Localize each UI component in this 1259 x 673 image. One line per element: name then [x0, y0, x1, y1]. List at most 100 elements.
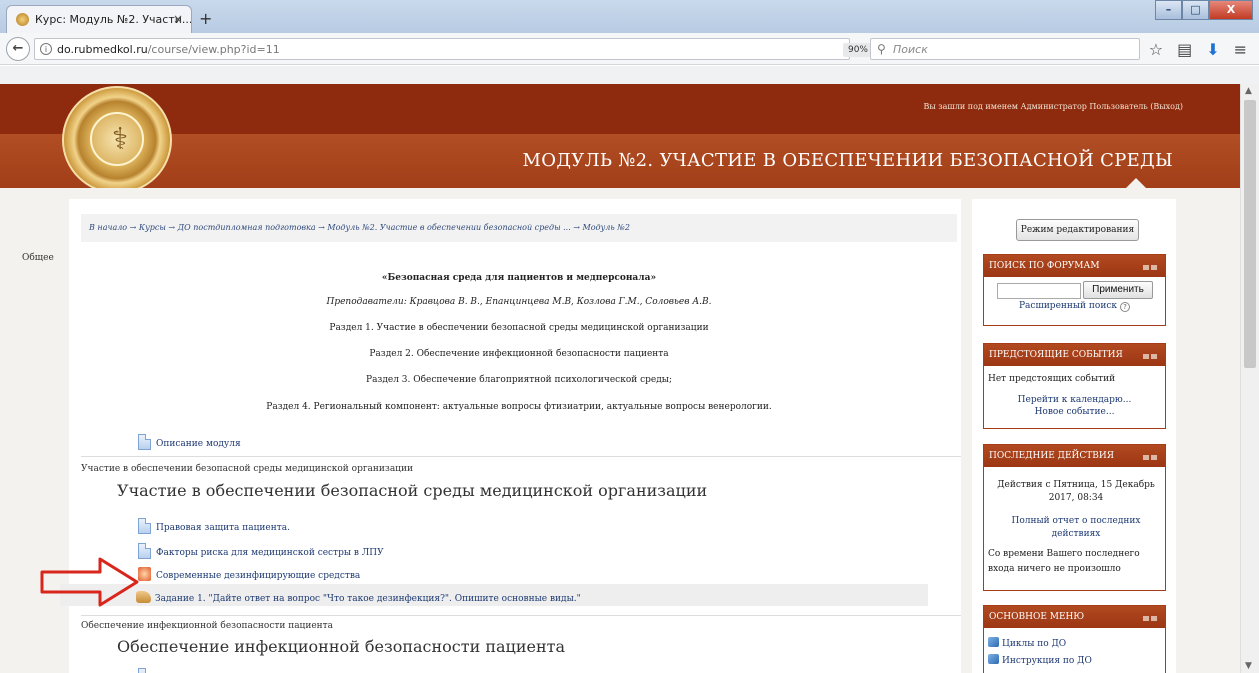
maximize-button[interactable]: □: [1182, 0, 1209, 20]
block-controls-icon[interactable]: [1141, 263, 1157, 270]
block-controls-icon[interactable]: [1141, 453, 1157, 460]
nothing-happened-text: Со времени Вашего последнего входа ничег…: [988, 549, 1140, 574]
activity-label: Факторы риска для медицинской сестры в Л…: [156, 548, 384, 558]
scroll-down-icon[interactable]: ▼: [1245, 661, 1252, 671]
recent-activity-block: ПОСЛЕДНИЕ ДЕЙСТВИЯ Действия с Пятница, 1…: [983, 444, 1166, 591]
url-host: do.rubmedkol.ru: [57, 43, 148, 56]
section-4-summary: Раздел 4. Региональный компонент: актуал…: [266, 402, 772, 412]
activity-disinfectants[interactable]: Современные дезинфицирующие средства: [138, 567, 360, 581]
search-icon: ⚲: [877, 42, 886, 56]
bookmarks-list-icon[interactable]: ▤: [1177, 40, 1192, 59]
menu-item-label: Циклы по ДО: [1002, 639, 1067, 649]
menu-item-instructions[interactable]: Инструкция по ДО: [988, 654, 1092, 666]
link-icon: [988, 654, 999, 664]
menu-icon[interactable]: ≡: [1234, 40, 1247, 59]
block-header: ОСНОВНОЕ МЕНЮ: [984, 606, 1165, 628]
block-title: ПРЕДСТОЯЩИЕ СОБЫТИЯ: [989, 350, 1123, 360]
edit-mode-button[interactable]: Режим редактирования: [1016, 219, 1139, 241]
page-scrollbar[interactable]: ▲ ▼: [1240, 84, 1259, 673]
scroll-up-icon[interactable]: ▲: [1245, 86, 1252, 96]
url-bar[interactable]: i do.rubmedkol.ru/course/view.php?id=11 …: [34, 38, 898, 63]
bookmark-bar: [0, 66, 1259, 84]
breadcrumb[interactable]: В начало → Курсы → ДО постдипломная подг…: [81, 214, 957, 242]
document-icon: [138, 434, 151, 450]
browser-tab-bar: Курс: Модуль №2. Участи... × + – □ X: [0, 0, 1259, 33]
tab-close-icon[interactable]: ×: [173, 12, 183, 26]
section-heading-1: Участие в обеспечении безопасной среды м…: [117, 481, 708, 500]
browser-tab[interactable]: Курс: Модуль №2. Участи... ×: [6, 5, 192, 33]
browser-search-input[interactable]: ⚲ Поиск: [870, 38, 1140, 60]
forum-search-block: ПОИСК ПО ФОРУМАМ Применить Расширенный п…: [983, 254, 1166, 326]
zoom-level[interactable]: 90%: [843, 43, 873, 57]
block-title: ПОСЛЕДНИЕ ДЕЙСТВИЯ: [989, 451, 1114, 461]
browser-toolbar: ☆ ▤ ⬇ ≡: [1149, 40, 1247, 59]
advanced-search-link[interactable]: Расширенный поиск?: [984, 301, 1165, 312]
upcoming-events-block: ПРЕДСТОЯЩИЕ СОБЫТИЯ Нет предстоящих собы…: [983, 343, 1166, 429]
block-title: ОСНОВНОЕ МЕНЮ: [989, 612, 1085, 622]
section-divider: [81, 615, 961, 616]
document-icon: [138, 668, 151, 673]
block-controls-icon[interactable]: [1141, 352, 1157, 359]
full-report-link[interactable]: Полный отчет о последних действиях: [996, 515, 1156, 541]
minimize-button[interactable]: –: [1155, 0, 1182, 20]
college-logo[interactable]: ⚕: [62, 86, 172, 194]
search-placeholder: Поиск: [893, 43, 928, 56]
site-favicon-icon: [16, 13, 29, 26]
red-arrow-annotation: [40, 557, 139, 607]
help-icon[interactable]: ?: [1120, 302, 1130, 312]
bookmark-star-icon[interactable]: ☆: [1149, 40, 1163, 59]
login-info[interactable]: Вы зашли под именем Администратор Пользо…: [923, 102, 1183, 111]
block-body: Действия с Пятница, 15 Декабрь 2017, 08:…: [984, 467, 1165, 590]
forum-search-input[interactable]: [997, 283, 1081, 299]
activity-partial[interactable]: [138, 668, 156, 673]
activity-label: Правовая защита пациента.: [156, 523, 290, 533]
course-title: МОДУЛЬ №2. УЧАСТИЕ В ОБЕСПЕЧЕНИИ БЕЗОПАС…: [522, 150, 1173, 171]
activity-risk-factors[interactable]: Факторы риска для медицинской сестры в Л…: [138, 543, 384, 559]
block-controls-icon[interactable]: [1141, 614, 1157, 621]
link-icon: [988, 637, 999, 647]
logo-emblem: ⚕: [90, 112, 144, 166]
block-header: ПОСЛЕДНИЕ ДЕЙСТВИЯ: [984, 445, 1165, 467]
scroll-thumb[interactable]: [1244, 100, 1256, 368]
activity-label: Описание модуля: [156, 439, 241, 449]
section-divider: [81, 456, 961, 457]
block-body: Нет предстоящих событий Перейти к календ…: [984, 366, 1165, 428]
block-header: ПОИСК ПО ФОРУМАМ: [984, 255, 1165, 277]
section-2-summary: Раздел 2. Обеспечение инфекционной безоп…: [369, 349, 669, 359]
menu-item-label: Инструкция по ДО: [1002, 656, 1092, 666]
block-body: Применить Расширенный поиск?: [984, 277, 1165, 325]
caduceus-icon: ⚕: [112, 122, 129, 157]
activity-legal-protection[interactable]: Правовая защита пациента.: [138, 518, 290, 534]
course-summary-title: «Безопасная среда для пациентов и медпер…: [381, 273, 657, 283]
section-heading-2: Обеспечение инфекционной безопасности па…: [117, 637, 566, 656]
no-events-text: Нет предстоящих событий: [988, 374, 1116, 384]
window-controls: – □ X: [1155, 0, 1253, 20]
activity-label: Задание 1. "Дайте ответ на вопрос "Что т…: [155, 594, 581, 604]
download-icon[interactable]: ⬇: [1206, 40, 1219, 59]
course-teachers: Преподаватели: Кравцова В. В., Епанцинце…: [326, 297, 712, 307]
advanced-search-label: Расширенный поиск: [1018, 301, 1117, 311]
window-close-button[interactable]: X: [1209, 0, 1253, 20]
activity-assignment-1[interactable]: Задание 1. "Дайте ответ на вопрос "Что т…: [136, 591, 581, 604]
calendar-link[interactable]: Перейти к календарю...: [984, 395, 1165, 405]
info-icon[interactable]: i: [40, 43, 52, 55]
apply-button[interactable]: Применить: [1083, 281, 1153, 299]
menu-item-cycles[interactable]: Циклы по ДО: [988, 637, 1066, 649]
section-label-2: Обеспечение инфекционной безопасности па…: [81, 621, 334, 631]
section-label-1: Участие в обеспечении безопасной среды м…: [81, 464, 413, 474]
document-icon: [138, 518, 151, 534]
header-caret-icon: [1126, 178, 1146, 188]
new-event-link[interactable]: Новое событие...: [984, 407, 1165, 417]
tab-title: Курс: Модуль №2. Участи...: [35, 13, 192, 26]
block-header: ПРЕДСТОЯЩИЕ СОБЫТИЯ: [984, 344, 1165, 366]
main-menu-block: ОСНОВНОЕ МЕНЮ Циклы по ДО Инструкция по …: [983, 605, 1166, 673]
section-3-summary: Раздел 3. Обеспечение благоприятной псих…: [366, 375, 672, 385]
section-1-summary: Раздел 1. Участие в обеспечении безопасн…: [329, 323, 709, 333]
new-tab-button[interactable]: +: [199, 9, 212, 28]
block-body: Циклы по ДО Инструкция по ДО: [984, 628, 1165, 672]
activity-module-description[interactable]: Описание модуля: [138, 434, 241, 450]
url-path: /course/view.php?id=11: [147, 43, 280, 56]
back-arrow-icon[interactable]: ←: [6, 37, 30, 61]
activity-label: Современные дезинфицирующие средства: [156, 571, 361, 581]
recent-since-text: Действия с Пятница, 15 Декабрь 2017, 08:…: [997, 480, 1155, 503]
